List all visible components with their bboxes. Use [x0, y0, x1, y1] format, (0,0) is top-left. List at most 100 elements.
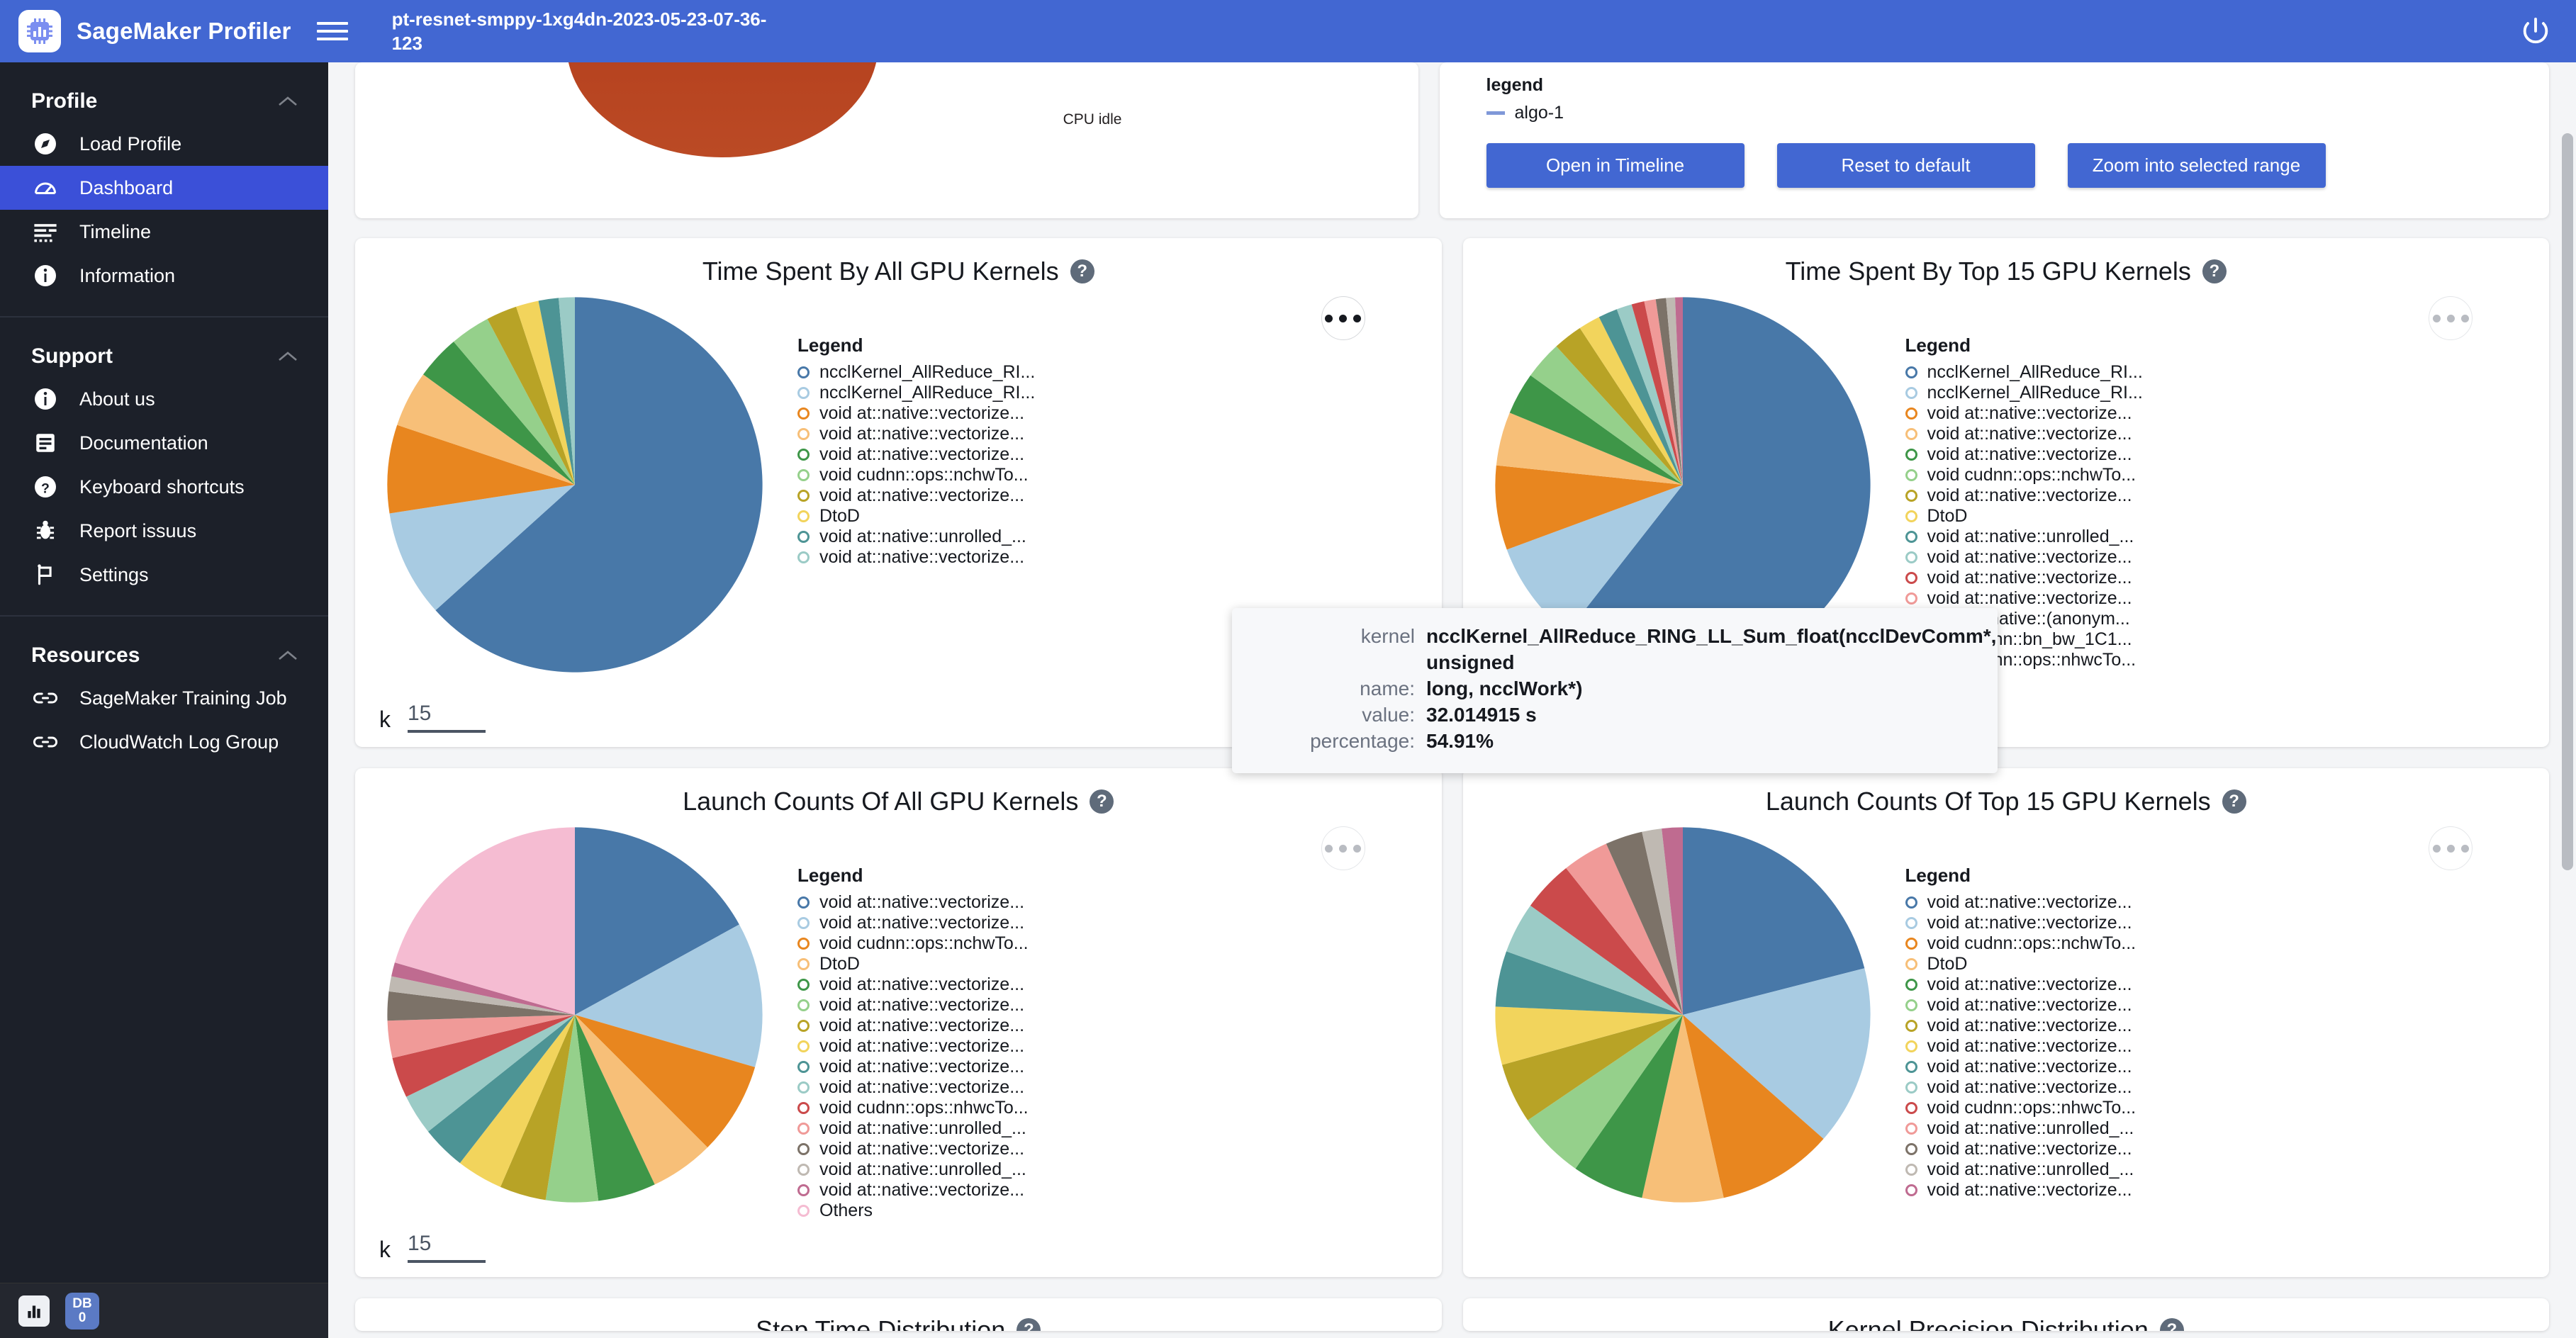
legend-item[interactable]: void at::native::vectorize...: [1905, 1016, 2521, 1036]
legend-item[interactable]: void cudnn::ops::nhwcTo...: [797, 1098, 1413, 1118]
legend-item[interactable]: void at::native::vectorize...: [797, 1077, 1413, 1098]
kebab-menu-icon[interactable]: [1321, 296, 1365, 340]
chevron-up-icon[interactable]: [277, 344, 298, 369]
pie-slices[interactable]: [387, 297, 763, 673]
sidebar-item-timeline[interactable]: Timeline: [0, 210, 328, 254]
pie-slices[interactable]: [1494, 827, 1871, 1203]
legend-item[interactable]: void at::native::vectorize...: [797, 444, 1413, 465]
power-icon[interactable]: [2519, 15, 2552, 47]
sidebar-item-settings[interactable]: Settings: [0, 553, 328, 597]
legend-item[interactable]: void at::native::vectorize...: [1905, 1036, 2521, 1057]
question-circle-icon[interactable]: ?: [1070, 259, 1094, 283]
legend-item[interactable]: void at::native::vectorize...: [1905, 485, 2521, 506]
sidebar-item-load-profile[interactable]: Load Profile: [0, 122, 328, 166]
legend-item[interactable]: void at::native::vectorize...: [797, 1016, 1413, 1036]
k-input[interactable]: 15: [408, 702, 486, 733]
pie-chart-time-all[interactable]: [383, 293, 766, 680]
sidebar-item-documentation[interactable]: Documentation: [0, 421, 328, 465]
question-circle-icon[interactable]: ?: [2159, 1318, 2184, 1331]
legend-item[interactable]: void at::native::vectorize...: [797, 547, 1413, 568]
legend-item[interactable]: void at::native::vectorize...: [1905, 424, 2521, 444]
legend-item[interactable]: DtoD: [1905, 954, 2521, 974]
sidebar-item-report-issues[interactable]: Report issuus: [0, 509, 328, 553]
legend-item[interactable]: DtoD: [797, 954, 1413, 974]
cpu-idle-slice[interactable]: [566, 62, 878, 157]
question-circle-icon[interactable]: ?: [1090, 789, 1114, 814]
k-input-group-launch-all[interactable]: k 15: [379, 1232, 486, 1263]
k-input-group-time-all[interactable]: k 15: [379, 702, 486, 733]
question-circle-icon[interactable]: ?: [1017, 1318, 1041, 1331]
legend-item[interactable]: void at::native::vectorize...: [1905, 588, 2521, 609]
legend-item[interactable]: ncclKernel_AllReduce_RI...: [797, 383, 1413, 403]
legend-item[interactable]: void at::native::vectorize...: [797, 995, 1413, 1016]
legend-item[interactable]: void at::native::unrolled_...: [797, 1159, 1413, 1180]
pie-chart-launch-all[interactable]: [383, 823, 766, 1210]
legend-item[interactable]: void at::native::vectorize...: [797, 485, 1413, 506]
legend-item[interactable]: void at::native::vectorize...: [1905, 568, 2521, 588]
legend-item[interactable]: void at::native::unrolled_...: [1905, 1159, 2521, 1180]
pie-svg[interactable]: [383, 823, 766, 1206]
kebab-menu-icon[interactable]: [2429, 296, 2473, 340]
legend-item[interactable]: void at::native::vectorize...: [797, 974, 1413, 995]
legend-item[interactable]: void cudnn::ops::nchwTo...: [1905, 933, 2521, 954]
sidebar-section-header-support[interactable]: Support: [0, 336, 328, 377]
legend-item[interactable]: DtoD: [1905, 506, 2521, 527]
hamburger-icon[interactable]: [316, 22, 348, 40]
reset-to-default-button[interactable]: Reset to default: [1776, 143, 2035, 188]
legend-item[interactable]: void at::native::vectorize...: [1905, 1139, 2521, 1159]
sidebar-section-header-profile[interactable]: Profile: [0, 81, 328, 122]
kebab-menu-icon[interactable]: [1321, 826, 1365, 870]
legend-item[interactable]: void at::native::vectorize...: [1905, 444, 2521, 465]
legend-item[interactable]: void cudnn::ops::nchwTo...: [797, 933, 1413, 954]
chevron-up-icon[interactable]: [277, 89, 298, 113]
legend-item[interactable]: void at::native::vectorize...: [1905, 547, 2521, 568]
legend-item[interactable]: void at::native::vectorize...: [797, 913, 1413, 933]
legend-item[interactable]: DtoD: [797, 506, 1413, 527]
pie-svg[interactable]: [1491, 823, 1874, 1206]
question-circle-icon[interactable]: ?: [2222, 789, 2246, 814]
legend-item[interactable]: void at::native::vectorize...: [797, 424, 1413, 444]
sidebar-section-header-resources[interactable]: Resources: [0, 635, 328, 676]
legend-item[interactable]: void at::native::vectorize...: [1905, 892, 2521, 913]
sidebar-item-sagemaker-training-job[interactable]: SageMaker Training Job: [0, 676, 328, 720]
legend-item[interactable]: void cudnn::ops::nchwTo...: [797, 465, 1413, 485]
legend-item[interactable]: ncclKernel_AllReduce_RI...: [1905, 362, 2521, 383]
legend-item[interactable]: void at::native::vectorize...: [1905, 913, 2521, 933]
sidebar-item-cloudwatch-log-group[interactable]: CloudWatch Log Group: [0, 720, 328, 764]
sidebar-item-about-us[interactable]: About us: [0, 377, 328, 421]
legend-item[interactable]: ncclKernel_AllReduce_RI...: [1905, 383, 2521, 403]
legend-item-algo-1[interactable]: algo-1: [1486, 103, 2550, 123]
pie-slices[interactable]: [387, 827, 763, 1203]
legend-item[interactable]: ncclKernel_AllReduce_RI...: [797, 362, 1413, 383]
legend-item[interactable]: void at::native::vectorize...: [1905, 995, 2521, 1016]
legend-item[interactable]: void at::native::vectorize...: [1905, 1180, 2521, 1201]
legend-item[interactable]: void at::native::unrolled_...: [1905, 527, 2521, 547]
legend-item[interactable]: void at::native::vectorize...: [797, 892, 1413, 913]
legend-item[interactable]: void at::native::unrolled_...: [797, 527, 1413, 547]
db-badge[interactable]: DB 0: [65, 1292, 99, 1329]
zoom-into-selected-range-button[interactable]: Zoom into selected range: [2067, 143, 2326, 188]
legend-item[interactable]: void at::native::vectorize...: [797, 1036, 1413, 1057]
legend-item[interactable]: void at::native::vectorize...: [1905, 1057, 2521, 1077]
vertical-scrollbar[interactable]: [2562, 133, 2573, 870]
legend-item[interactable]: void cudnn::ops::nchwTo...: [1905, 465, 2521, 485]
legend-item[interactable]: Others: [797, 1201, 1413, 1221]
legend-item[interactable]: void at::native::unrolled_...: [1905, 1118, 2521, 1139]
k-input[interactable]: 15: [408, 1232, 486, 1263]
legend-item[interactable]: void at::native::vectorize...: [1905, 1077, 2521, 1098]
legend-item[interactable]: void at::native::vectorize...: [797, 403, 1413, 424]
legend-item[interactable]: void at::native::vectorize...: [1905, 974, 2521, 995]
chevron-up-icon[interactable]: [277, 643, 298, 668]
legend-item[interactable]: void at::native::vectorize...: [797, 1139, 1413, 1159]
bar-chart-icon[interactable]: [18, 1295, 50, 1327]
legend-item[interactable]: void at::native::vectorize...: [797, 1180, 1413, 1201]
sidebar-item-keyboard-shortcuts[interactable]: ? Keyboard shortcuts: [0, 465, 328, 509]
open-in-timeline-button[interactable]: Open in Timeline: [1486, 143, 1745, 188]
sidebar-item-dashboard[interactable]: Dashboard: [0, 166, 328, 210]
legend-item[interactable]: void cudnn::ops::nhwcTo...: [1905, 1098, 2521, 1118]
question-circle-icon[interactable]: ?: [2202, 259, 2227, 283]
pie-chart-launch-top15[interactable]: [1491, 823, 1874, 1210]
legend-item[interactable]: void at::native::vectorize...: [1905, 403, 2521, 424]
sidebar-item-information[interactable]: Information: [0, 254, 328, 298]
kebab-menu-icon[interactable]: [2429, 826, 2473, 870]
